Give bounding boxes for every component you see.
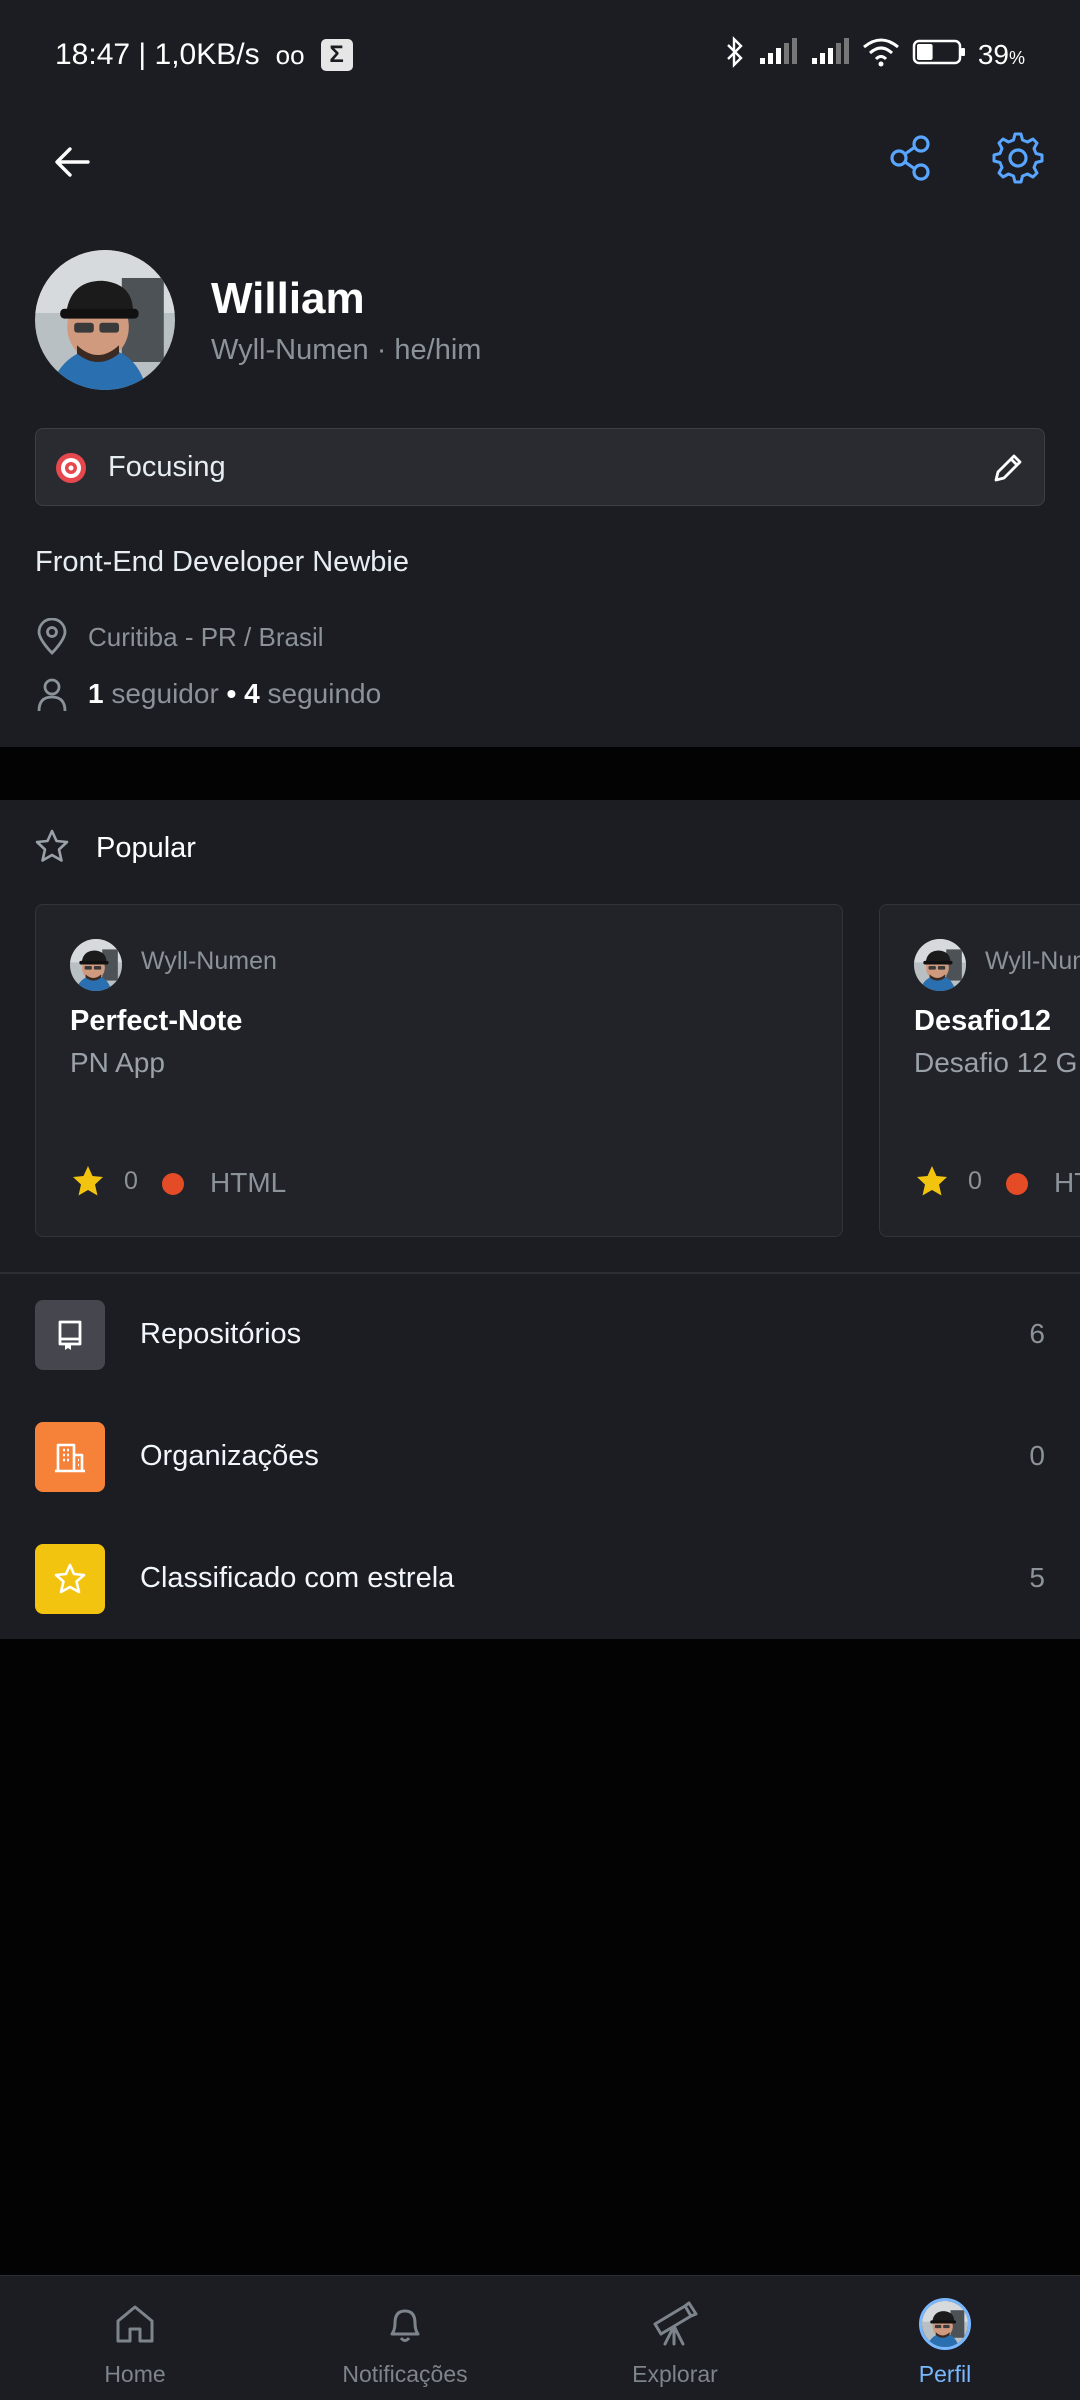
popular-section: Popular Wyll-Numen Perfect-Note PN App 0… [0, 800, 1080, 1272]
bottom-nav: Home Notificações Explorar Perfil [0, 2275, 1080, 2400]
person-icon [35, 676, 69, 719]
profile-name: William [211, 274, 365, 323]
profile-header: William Wyll-Numen · he/him Focusing Fro… [0, 122, 1080, 747]
bluetooth-icon [724, 36, 746, 73]
menu-item-label: Classificado com estrela [140, 1562, 455, 1594]
star-filled-icon [914, 1163, 950, 1204]
repo-language: HTML [210, 1167, 287, 1198]
battery-percent: 39% [977, 38, 1025, 70]
nav-profile[interactable]: Perfil [810, 2276, 1080, 2400]
menu-item-count: 0 [1029, 1440, 1045, 1471]
target-icon [54, 451, 88, 485]
repo-card[interactable]: Wyll-Numen Desafio12 Desafio 12 G 0 HT [879, 904, 1080, 1237]
settings-button[interactable] [988, 128, 1048, 188]
owner-avatar [914, 939, 966, 991]
nav-label: Notificações [342, 2361, 468, 2387]
nav-home[interactable]: Home [0, 2276, 270, 2400]
followers-count: 1 [88, 678, 104, 709]
back-button[interactable] [42, 132, 102, 192]
arrow-left-icon [55, 147, 90, 177]
menu-item-starred[interactable]: Classificado com estrela 5 [0, 1518, 1080, 1640]
repo-stars: 0 [968, 1167, 982, 1195]
wifi-icon [862, 37, 900, 72]
repo-owner: Wyll-Numen [141, 947, 277, 975]
profile-menu: Repositórios 6 Organizações 0 Classifica… [0, 1274, 1080, 1639]
followers-label: seguidor [111, 678, 219, 709]
star-outline-icon [34, 828, 70, 869]
repo-description: Desafio 12 G [914, 1047, 1078, 1078]
signal-icon [758, 38, 798, 71]
menu-item-label: Organizações [140, 1440, 319, 1472]
star-icon [35, 1544, 105, 1614]
profile-location: Curitiba - PR / Brasil [88, 622, 324, 652]
repo-stars: 0 [124, 1167, 138, 1195]
edit-status-button[interactable] [988, 448, 1028, 488]
owner-avatar [70, 939, 122, 991]
menu-item-repositories[interactable]: Repositórios 6 [0, 1274, 1080, 1396]
status-text: Focusing [108, 451, 226, 483]
voicemail-icon: ᴏᴏ [275, 39, 305, 70]
repo-icon [35, 1300, 105, 1370]
battery-icon [912, 38, 966, 71]
pencil-icon [994, 454, 1022, 482]
menu-item-label: Repositórios [140, 1318, 302, 1350]
organization-icon [35, 1422, 105, 1492]
share-icon [890, 135, 930, 181]
follow-stats[interactable]: 1 seguidor • 4 seguindo [88, 678, 381, 710]
nav-notifications[interactable]: Notificações [270, 2276, 540, 2400]
gear-icon [992, 132, 1044, 184]
share-button[interactable] [880, 128, 940, 188]
repo-description: PN App [70, 1047, 165, 1078]
language-color-dot [1006, 1173, 1028, 1195]
nav-explore[interactable]: Explorar [540, 2276, 810, 2400]
menu-item-count: 6 [1029, 1318, 1045, 1349]
sigma-app-icon: Σ [320, 39, 353, 71]
avatar[interactable] [35, 250, 175, 390]
home-icon [109, 2298, 161, 2350]
user-status[interactable]: Focusing [35, 428, 1045, 506]
menu-item-organizations[interactable]: Organizações 0 [0, 1396, 1080, 1518]
repo-name: Desafio12 [914, 1005, 1052, 1037]
telescope-icon [649, 2298, 701, 2350]
repo-owner: Wyll-Numen [985, 947, 1080, 975]
avatar [919, 2298, 971, 2350]
repo-card[interactable]: Wyll-Numen Perfect-Note PN App 0 HTML [35, 904, 843, 1237]
nav-label: Home [104, 2361, 166, 2387]
following-count: 4 [244, 678, 260, 709]
repo-name: Perfect-Note [70, 1005, 243, 1037]
follow-separator: • [226, 678, 237, 709]
status-time-speed: 18:47 | 1,0KB/s [55, 38, 260, 71]
repo-language: HT [1054, 1167, 1080, 1198]
location-icon [35, 617, 69, 661]
status-bar-left: 18:47 | 1,0KB/s ᴏᴏ Σ [55, 38, 353, 72]
status-bar-right: 39% [724, 36, 1025, 73]
nav-label: Explorar [632, 2361, 718, 2387]
section-title: Popular [96, 832, 196, 864]
menu-item-count: 5 [1029, 1562, 1045, 1593]
star-filled-icon [70, 1163, 106, 1204]
nav-label: Perfil [918, 2361, 972, 2387]
profile-bio: Front-End Developer Newbie [35, 546, 409, 578]
status-bar: 18:47 | 1,0KB/s ᴏᴏ Σ 39% [0, 0, 1080, 122]
bell-icon [379, 2298, 431, 2350]
signal-icon-2 [810, 38, 850, 71]
profile-handle: Wyll-Numen · he/him [211, 334, 482, 366]
following-label: seguindo [267, 678, 382, 709]
language-color-dot [162, 1173, 184, 1195]
